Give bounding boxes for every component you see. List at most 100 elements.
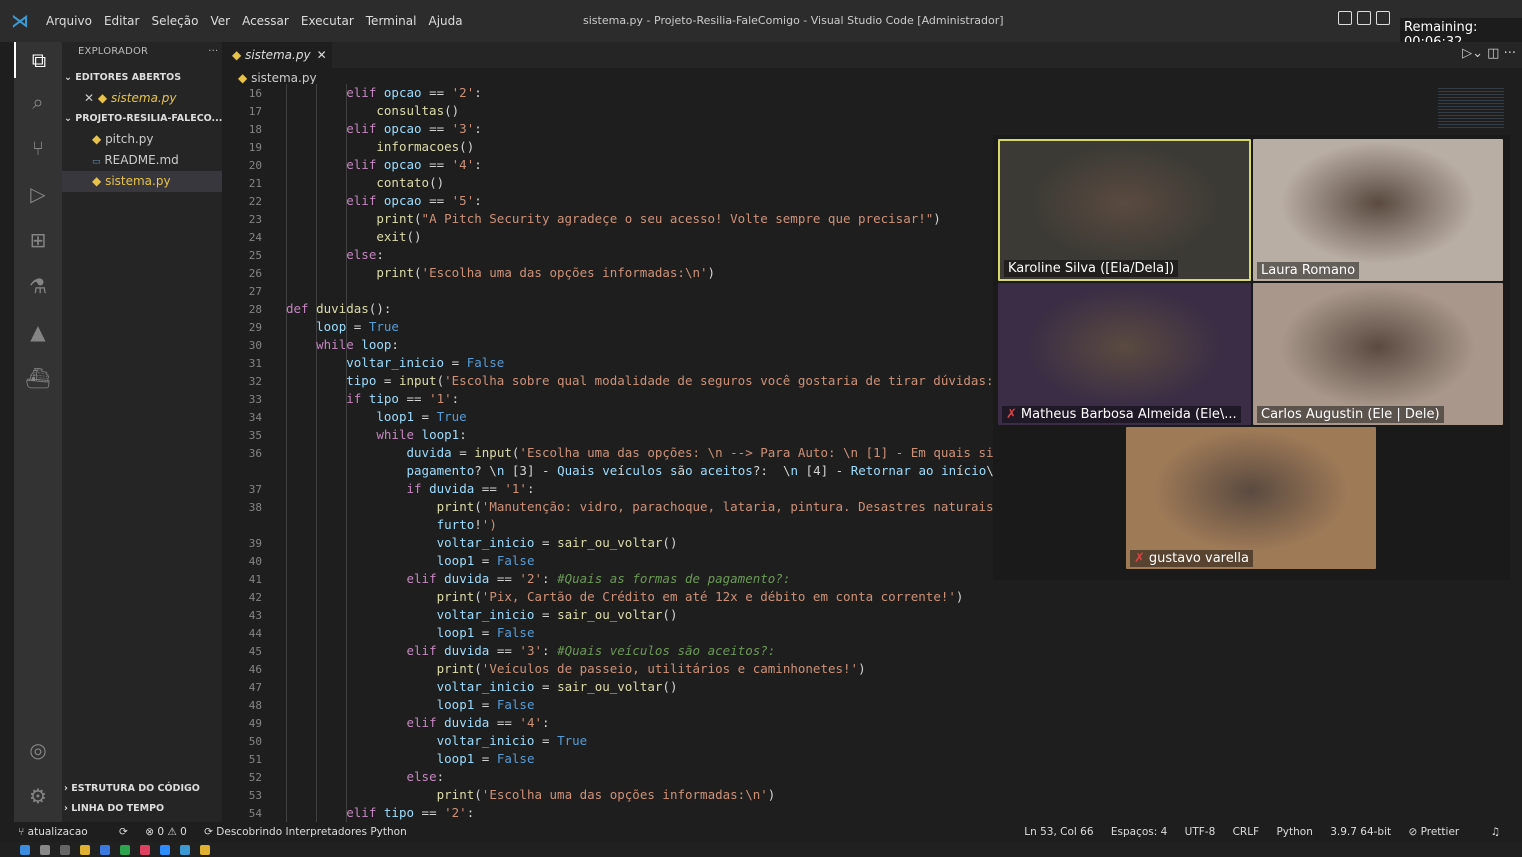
code-line[interactable]: 53 print('Escolha uma das opções informa… xyxy=(222,786,1432,804)
outline-section[interactable]: › ESTRUTURA DO CÓDIGO xyxy=(62,779,222,799)
window-title: sistema.py - Projeto-Resilia-FaleComigo … xyxy=(583,14,1004,27)
meeting-video-panel: Karoline Silva ([Ela/Dela]) Laura Romano… xyxy=(993,135,1510,580)
participant-name: ✗ gustavo varella xyxy=(1130,550,1253,567)
menu-ajuda[interactable]: Ajuda xyxy=(422,14,468,28)
search-taskbar-icon[interactable] xyxy=(40,844,50,855)
menu-arquivo[interactable]: Arquivo xyxy=(40,14,98,28)
code-line[interactable]: 42 print('Pix, Cartão de Crédito em até … xyxy=(222,588,1432,606)
code-text: else: xyxy=(346,247,384,262)
code-line[interactable]: 44 loop1 = False xyxy=(222,624,1432,642)
extensions-icon[interactable]: ⊞ xyxy=(14,222,62,258)
code-text: furto!') xyxy=(436,517,497,532)
sync-icon[interactable]: ⟳ xyxy=(119,826,128,838)
close-icon[interactable]: ✕ xyxy=(84,91,94,105)
code-line[interactable]: 52 else: xyxy=(222,768,1432,786)
file-item-sistema[interactable]: ◆ sistema.py xyxy=(62,171,222,192)
code-line[interactable]: 46 print('Veículos de passeio, utilitári… xyxy=(222,660,1432,678)
branch-indicator[interactable]: ⑂ atualizacao xyxy=(18,826,102,838)
code-line[interactable]: 47 voltar_inicio = sair_ou_voltar() xyxy=(222,678,1432,696)
menu-terminal[interactable]: Terminal xyxy=(360,14,423,28)
run-debug-icon[interactable]: ▷ xyxy=(14,176,62,212)
line-number: 50 xyxy=(248,735,262,748)
task-view-icon[interactable] xyxy=(60,844,70,855)
account-icon[interactable]: ◎ xyxy=(14,732,62,768)
menu-executar[interactable]: Executar xyxy=(295,14,360,28)
azure-icon[interactable]: ▲ xyxy=(14,314,62,350)
zoom-taskbar-icon[interactable] xyxy=(160,844,170,855)
open-editors-section[interactable]: ⌄ EDITORES ABERTOS xyxy=(62,68,222,88)
editor-scrollbar[interactable] xyxy=(1510,84,1522,822)
line-number: 30 xyxy=(248,339,262,352)
explorer-taskbar-icon[interactable] xyxy=(80,844,90,855)
participant-tile[interactable]: Carlos Augustin (Ele | Dele) xyxy=(1253,283,1503,425)
layout-controls xyxy=(1338,11,1390,25)
menu-bar: Arquivo Editar Seleção Ver Acessar Execu… xyxy=(40,14,469,28)
line-number: 45 xyxy=(248,645,262,658)
code-line[interactable]: 51 loop1 = False xyxy=(222,750,1432,768)
app-taskbar-icon[interactable] xyxy=(200,844,210,855)
line-number: 21 xyxy=(248,177,262,190)
code-line[interactable]: 48 loop1 = False xyxy=(222,696,1432,714)
participant-tile[interactable]: ✗ gustavo varella xyxy=(1126,427,1376,569)
problems-indicator[interactable]: ⊗ 0 ⚠ 0 xyxy=(145,826,187,838)
more-actions-icon[interactable]: ··· xyxy=(208,46,218,57)
code-text: voltar_inicio = sair_ou_voltar() xyxy=(436,679,678,694)
cursor-position[interactable]: Ln 53, Col 66 xyxy=(1024,826,1093,838)
app-taskbar-icon[interactable] xyxy=(120,844,130,855)
toggle-secondary-sidebar-icon[interactable] xyxy=(1376,11,1390,25)
file-item-pitch[interactable]: ◆ pitch.py xyxy=(62,129,222,150)
app-taskbar-icon[interactable] xyxy=(140,844,150,855)
participant-name: Carlos Augustin (Ele | Dele) xyxy=(1257,406,1444,423)
menu-ver[interactable]: Ver xyxy=(204,14,236,28)
docker-icon[interactable]: ⛴ xyxy=(14,360,62,396)
participant-tile[interactable]: Laura Romano xyxy=(1253,139,1503,281)
line-number: 52 xyxy=(248,771,262,784)
line-number: 39 xyxy=(248,537,262,550)
more-icon[interactable]: ··· xyxy=(1504,46,1516,61)
indentation[interactable]: Espaços: 4 xyxy=(1111,826,1167,838)
project-folder-section[interactable]: ⌄ PROJETO-RESILIA-FALECO... xyxy=(62,109,222,129)
participant-tile[interactable]: Karoline Silva ([Ela/Dela]) xyxy=(998,139,1251,281)
settings-gear-icon[interactable]: ⚙ xyxy=(14,778,62,814)
encoding[interactable]: UTF-8 xyxy=(1185,826,1216,838)
code-line[interactable]: 17 consultas() xyxy=(222,102,1432,120)
toggle-panel-icon[interactable] xyxy=(1357,11,1371,25)
line-number: 29 xyxy=(248,321,262,334)
code-line[interactable]: 49 elif duvida == '4': xyxy=(222,714,1432,732)
code-line[interactable]: 54 elif tipo == '2': xyxy=(222,804,1432,822)
open-editor-item[interactable]: ✕ ◆ sistema.py xyxy=(62,88,222,109)
prettier-status[interactable]: ⊘ Prettier xyxy=(1408,826,1473,838)
timeline-section[interactable]: › LINHA DO TEMPO xyxy=(62,799,222,819)
source-control-icon[interactable]: ⑂ xyxy=(14,130,62,166)
code-text: tipo = input('Escolha sobre qual modalid… xyxy=(346,373,1009,388)
language-mode[interactable]: Python xyxy=(1276,826,1312,838)
menu-acessar[interactable]: Acessar xyxy=(236,14,295,28)
code-line[interactable]: 45 elif duvida == '3': #Quais veículos s… xyxy=(222,642,1432,660)
code-line[interactable]: 43 voltar_inicio = sair_ou_voltar() xyxy=(222,606,1432,624)
line-number: 33 xyxy=(248,393,262,406)
status-bar: ⑂ atualizacao ⟳ ⊗ 0 ⚠ 0 ⟳ Descobrindo In… xyxy=(14,822,1522,842)
tab-sistema[interactable]: ◆ sistema.py ✕ xyxy=(222,42,332,68)
explorer-icon[interactable]: ⧉ xyxy=(14,42,62,78)
code-text: loop1 = False xyxy=(436,751,535,766)
split-editor-icon[interactable]: ◫ xyxy=(1487,46,1499,61)
close-tab-icon[interactable]: ✕ xyxy=(317,48,327,62)
line-ending[interactable]: CRLF xyxy=(1233,826,1260,838)
notifications-icon[interactable]: ♫ xyxy=(1491,826,1500,838)
file-item-readme[interactable]: ▭ README.md xyxy=(62,150,222,171)
code-text: print('Escolha uma das opções informadas… xyxy=(436,787,776,802)
code-text: print('Escolha uma das opções informadas… xyxy=(376,265,716,280)
run-file-icon[interactable]: ▷⌄ xyxy=(1462,46,1483,61)
menu-editar[interactable]: Editar xyxy=(98,14,146,28)
search-icon[interactable]: ⌕ xyxy=(14,84,62,120)
menu-selecao[interactable]: Seleção xyxy=(145,14,204,28)
python-interpreter[interactable]: 3.9.7 64-bit xyxy=(1330,826,1391,838)
start-icon[interactable] xyxy=(20,844,30,855)
code-line[interactable]: 16 elif opcao == '2': xyxy=(222,84,1432,102)
app-taskbar-icon[interactable] xyxy=(100,844,110,855)
vscode-taskbar-icon[interactable] xyxy=(180,844,190,855)
participant-tile[interactable]: ✗ Matheus Barbosa Almeida (Ele\... xyxy=(998,283,1251,425)
testing-icon[interactable]: ⚗ xyxy=(14,268,62,304)
toggle-sidebar-icon[interactable] xyxy=(1338,11,1352,25)
code-line[interactable]: 50 voltar_inicio = True xyxy=(222,732,1432,750)
